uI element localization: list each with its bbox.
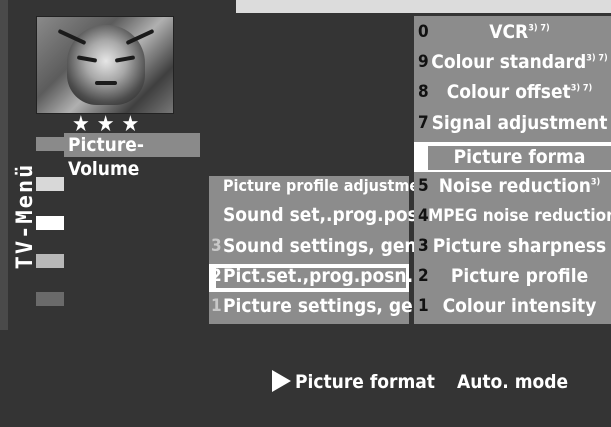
picture-volume-item[interactable]: Picture-Volume bbox=[64, 133, 200, 180]
menu-square-icon[interactable] bbox=[36, 177, 64, 191]
sub-menu-item-picture-profile-adjustment[interactable]: Picture profile adjustment bbox=[209, 174, 436, 198]
option-picture-sharpness[interactable]: 3 Picture sharpness bbox=[414, 234, 611, 258]
option-picture-format[interactable]: Picture forma bbox=[414, 145, 611, 169]
status-label: Picture format bbox=[295, 371, 435, 393]
option-mpeg-noise-reduction[interactable]: 4 MPEG noise reduction bbox=[414, 204, 611, 228]
sub-menu-item-picture-settings-gen[interactable]: 1 Picture settings, gen. bbox=[209, 294, 431, 318]
sub-menu-item-sound-settings-gen[interactable]: 3 Sound settings, gen. bbox=[209, 234, 423, 258]
picture-thumbnail bbox=[36, 16, 174, 114]
status-value: Auto. mode bbox=[456, 371, 569, 393]
option-colour-offset[interactable]: 8 Colour offset3) 7) bbox=[414, 80, 611, 104]
menu-square-icon[interactable] bbox=[36, 216, 64, 230]
play-arrow-icon bbox=[272, 370, 291, 392]
status-line: Picture format Auto. mode bbox=[272, 370, 568, 393]
top-strip bbox=[236, 0, 611, 13]
option-signal-adjustment[interactable]: 7 Signal adjustment bbox=[414, 111, 611, 135]
sub-menu-item-sound-set-prog-posn[interactable]: Sound set,.prog.posn bbox=[209, 203, 430, 227]
tv-screen: ★★★ TV-Menü Picture-Volume Picture profi… bbox=[0, 0, 611, 427]
option-colour-intensity[interactable]: 1 Colour intensity bbox=[414, 294, 611, 318]
sub-menu-item-pict-set-prog-posn[interactable]: 2 Pict.set.,prog.posn. bbox=[209, 264, 413, 288]
option-colour-standard[interactable]: 9 Colour standard3) 7) bbox=[414, 50, 611, 74]
left-border bbox=[0, 0, 8, 330]
menu-square-icon[interactable] bbox=[36, 254, 64, 268]
option-vcr[interactable]: 0 VCR3) 7) bbox=[414, 20, 611, 44]
menu-square-icon[interactable] bbox=[36, 137, 64, 151]
menu-square-icon[interactable] bbox=[36, 292, 64, 306]
option-noise-reduction[interactable]: 5 Noise reduction3) bbox=[414, 174, 611, 198]
option-picture-profile[interactable]: 2 Picture profile bbox=[414, 264, 611, 288]
